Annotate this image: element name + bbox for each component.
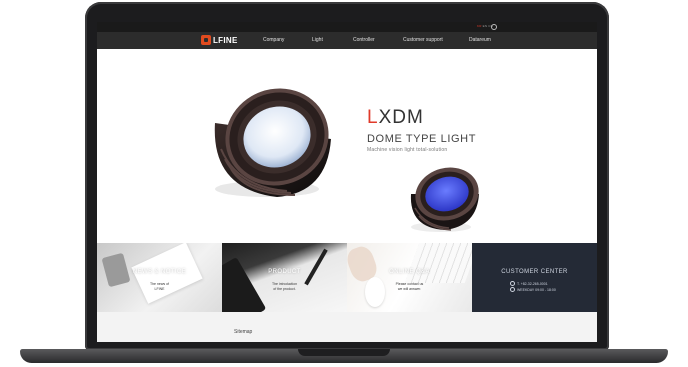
tile-customer-center[interactable]: CUSTOMER CENTER T. +82-32-265-0001 WEEKD… (472, 243, 597, 312)
sitemap-link[interactable]: Sitemap (234, 329, 252, 335)
phone-line: T. +82-32-265-0001 (510, 281, 548, 286)
phone-icon (510, 281, 515, 286)
phone-number: T. +82-32-265-0001 (517, 281, 548, 286)
pen-image (304, 248, 328, 286)
business-hours: WEEKDAY 09:00 - 18:00 (517, 287, 556, 292)
tile-online-qa[interactable]: ONLINE Q&A Please contact us we will ans… (347, 243, 472, 312)
laptop-notch (298, 349, 390, 356)
nav-item-light[interactable]: Light (312, 37, 323, 43)
lang-en-link[interactable]: EN (483, 24, 488, 28)
clock-icon (510, 287, 515, 292)
footer: Sitemap (97, 312, 597, 342)
hero-title-accent: L (367, 107, 379, 128)
top-utility-bar: KR EN CN (97, 22, 597, 32)
logo-mark-icon (201, 35, 211, 45)
hero-title: LXDM (367, 107, 424, 129)
tile-title: PRODUCT (268, 269, 301, 275)
hero-title-rest: XDM (378, 107, 424, 128)
tile-title: NEWS & NOTICE (132, 269, 187, 275)
tile-description: Please contact us we will answer. (347, 282, 472, 292)
website-screen: KR EN CN LFINE Company Light Controller … (97, 22, 597, 342)
tile-product[interactable]: PRODUCT The introduction of the product. (222, 243, 347, 312)
search-icon[interactable] (491, 24, 497, 30)
quick-links: NEWS & NOTICE The news of LFINE PRODUCT … (97, 243, 597, 312)
lfine-logo[interactable]: LFINE (201, 35, 238, 45)
nav-item-company[interactable]: Company (263, 37, 284, 43)
tile-description: The introduction of the product. (222, 282, 347, 292)
keyboard-image (404, 243, 472, 283)
tile-desc-line: we will answer. (397, 287, 422, 291)
tile-desc-line: LFINE (154, 287, 165, 291)
hours-line: WEEKDAY 09:00 - 18:00 (510, 287, 556, 292)
hero-banner[interactable]: LXDM DOME TYPE LIGHT Machine vision ligh… (97, 49, 597, 243)
tile-title: CUSTOMER CENTER (501, 269, 568, 275)
tile-description: The news of LFINE (97, 282, 222, 292)
logo-text: LFINE (213, 35, 238, 45)
lang-kr-link[interactable]: KR (477, 24, 482, 28)
hero-tagline: Machine vision light total-solution (367, 147, 448, 153)
dome-light-small-image (410, 167, 479, 232)
tile-news-notice[interactable]: NEWS & NOTICE The news of LFINE (97, 243, 222, 312)
dome-light-large-image (214, 88, 331, 197)
nav-item-controller[interactable]: Controller (353, 37, 375, 43)
nav-item-datareum[interactable]: Datareum (469, 37, 491, 43)
tile-desc-line: of the product. (273, 287, 296, 291)
tile-title: ONLINE Q&A (389, 269, 430, 275)
hero-subtitle: DOME TYPE LIGHT (367, 133, 477, 145)
main-navigation: LFINE Company Light Controller Customer … (97, 32, 597, 49)
nav-item-customer-support[interactable]: Customer support (403, 37, 443, 43)
